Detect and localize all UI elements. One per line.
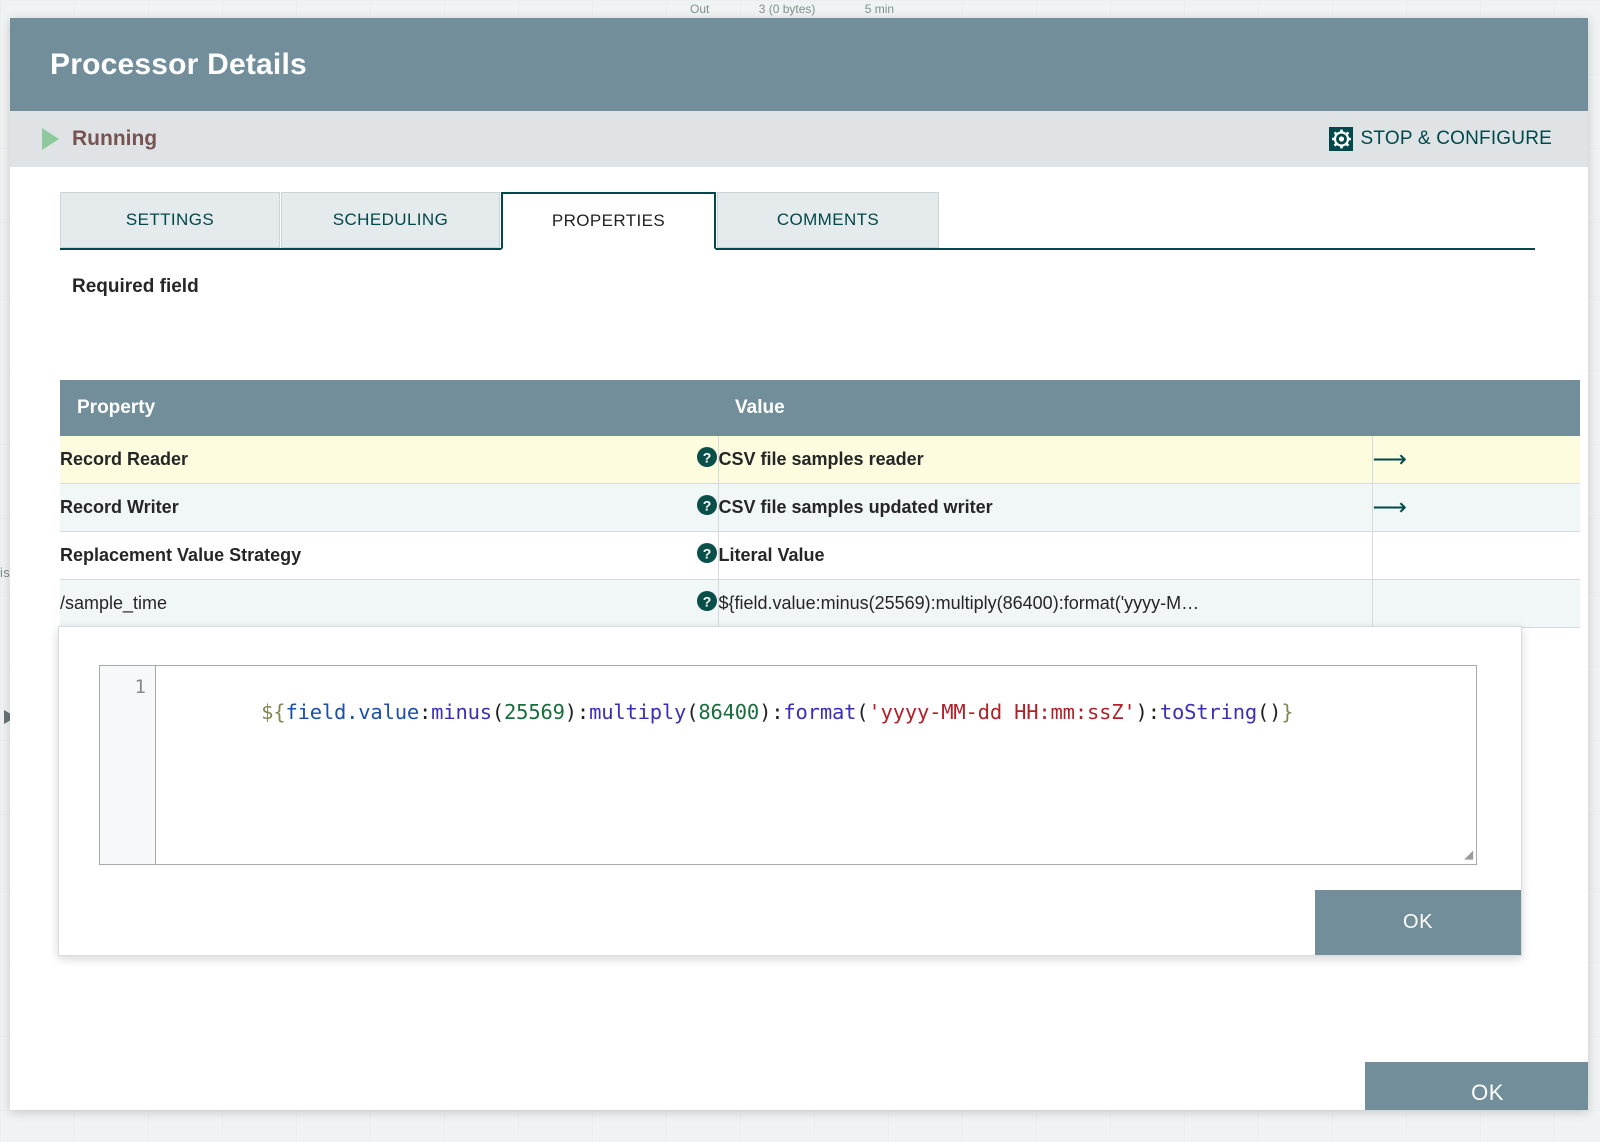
code-token: toString bbox=[1160, 700, 1257, 724]
code-token: : bbox=[1148, 700, 1160, 724]
editor-line-number: 1 bbox=[100, 666, 156, 864]
help-circle-icon[interactable]: ? bbox=[696, 494, 718, 521]
expression-code-editor[interactable]: 1 ${field.value:minus(25569):multiply(86… bbox=[99, 665, 1477, 865]
code-token: ( bbox=[492, 700, 504, 724]
code-token: format bbox=[783, 700, 856, 724]
value-cell[interactable]: CSV file samples updated writer bbox=[718, 484, 1372, 532]
svg-text:?: ? bbox=[702, 545, 711, 561]
value-cell[interactable]: ${field.value:minus(25569):multiply(8640… bbox=[718, 580, 1372, 628]
code-token: 'yyyy-MM-dd HH:mm:ssZ' bbox=[868, 700, 1135, 724]
code-token: ${ bbox=[261, 700, 285, 724]
resize-grip-icon[interactable]: ◢ bbox=[1457, 846, 1473, 862]
arrow-right-icon[interactable]: ⟶ bbox=[1373, 446, 1407, 473]
code-token: 25569 bbox=[504, 700, 565, 724]
page-title: Processor Details bbox=[50, 48, 307, 82]
table-row[interactable]: Record Writer ? CSV file samples updated… bbox=[60, 484, 1580, 532]
table-row[interactable]: Record Reader ? CSV file samples reader … bbox=[60, 436, 1580, 484]
property-cell: /sample_time ? bbox=[60, 580, 718, 628]
column-header-property: Property bbox=[60, 380, 718, 436]
value-text: Literal Value bbox=[719, 545, 1372, 566]
property-cell: Replacement Value Strategy ? bbox=[60, 532, 718, 580]
code-token: : bbox=[577, 700, 589, 724]
value-text: CSV file samples reader bbox=[719, 449, 1372, 470]
tab-properties[interactable]: PROPERTIES bbox=[501, 192, 716, 250]
code-token: : bbox=[771, 700, 783, 724]
property-name: Replacement Value Strategy bbox=[60, 545, 301, 566]
property-table: Property Value Record Reader ? bbox=[60, 380, 1580, 628]
value-cell[interactable]: CSV file samples reader bbox=[718, 436, 1372, 484]
code-token: minus bbox=[431, 700, 492, 724]
expression-editor-popup: 1 ${field.value:minus(25569):multiply(86… bbox=[58, 626, 1522, 956]
tab-scheduling-label: SCHEDULING bbox=[333, 210, 448, 230]
go-to-service-cell[interactable]: ⟶ bbox=[1372, 436, 1580, 484]
play-triangle-icon bbox=[42, 128, 59, 150]
svg-text:?: ? bbox=[702, 497, 711, 513]
property-name: Record Writer bbox=[60, 497, 179, 518]
code-token: ( bbox=[856, 700, 868, 724]
backdrop-label-out: Out bbox=[690, 2, 709, 16]
help-circle-icon[interactable]: ? bbox=[696, 446, 718, 473]
tab-scheduling[interactable]: SCHEDULING bbox=[281, 192, 500, 248]
status-badge: Running bbox=[72, 127, 157, 151]
backdrop-top-labels: Out 3 (0 bytes) 5 min bbox=[690, 2, 940, 16]
dialog-ok-button[interactable]: OK bbox=[1365, 1062, 1588, 1110]
code-token: ) bbox=[1136, 700, 1148, 724]
code-token: : bbox=[419, 700, 431, 724]
stop-and-configure-button[interactable]: STOP & CONFIGURE bbox=[1329, 126, 1552, 152]
svg-text:?: ? bbox=[702, 449, 711, 465]
code-token: 86400 bbox=[698, 700, 759, 724]
code-token: () bbox=[1257, 700, 1281, 724]
status-bar: Running bbox=[10, 111, 1588, 167]
code-token: field.value bbox=[285, 700, 419, 724]
expression-code-line: ${field.value:minus(25569):multiply(8640… bbox=[261, 700, 1293, 724]
tab-settings[interactable]: SETTINGS bbox=[60, 192, 280, 248]
stop-and-configure-label: STOP & CONFIGURE bbox=[1361, 128, 1552, 150]
go-to-service-cell bbox=[1372, 532, 1580, 580]
tab-settings-label: SETTINGS bbox=[126, 210, 214, 230]
tab-underline bbox=[60, 248, 1535, 250]
property-name: /sample_time bbox=[60, 593, 167, 614]
status-group: Running bbox=[38, 127, 157, 151]
expression-input[interactable]: ${field.value:minus(25569):multiply(8640… bbox=[156, 666, 1476, 864]
go-to-service-cell[interactable]: ⟶ bbox=[1372, 484, 1580, 532]
go-to-service-cell bbox=[1372, 580, 1580, 628]
tab-comments[interactable]: COMMENTS bbox=[717, 192, 939, 248]
backdrop-label-bytes: 3 (0 bytes) bbox=[759, 2, 816, 16]
backdrop-label-duration: 5 min bbox=[865, 2, 894, 16]
code-token: } bbox=[1281, 700, 1293, 724]
table-header-row: Property Value bbox=[60, 380, 1580, 436]
code-token: ) bbox=[759, 700, 771, 724]
code-token: ( bbox=[686, 700, 698, 724]
required-field-label: Required field bbox=[72, 276, 1588, 298]
property-name: Record Reader bbox=[60, 449, 188, 470]
table-row[interactable]: /sample_time ? ${field.value:minus(25569… bbox=[60, 580, 1580, 628]
help-circle-icon[interactable]: ? bbox=[696, 542, 718, 569]
column-header-value: Value bbox=[718, 380, 1580, 436]
code-token: ) bbox=[565, 700, 577, 724]
processor-details-dialog: Processor Details Running bbox=[10, 18, 1588, 1110]
property-cell: Record Reader ? bbox=[60, 436, 718, 484]
svg-text:?: ? bbox=[702, 593, 711, 609]
editor-ok-button[interactable]: OK bbox=[1315, 890, 1521, 955]
dialog-header: Processor Details bbox=[10, 18, 1588, 111]
value-cell[interactable]: Literal Value bbox=[718, 532, 1372, 580]
code-token: multiply bbox=[589, 700, 686, 724]
help-circle-icon[interactable]: ? bbox=[696, 590, 718, 617]
backdrop-left-label: is bbox=[0, 565, 10, 580]
value-text: CSV file samples updated writer bbox=[719, 497, 1372, 518]
gear-icon bbox=[1329, 126, 1355, 152]
arrow-right-icon[interactable]: ⟶ bbox=[1373, 494, 1407, 521]
tab-strip: SETTINGS SCHEDULING PROPERTIES COMMENTS bbox=[60, 192, 1535, 250]
tab-properties-label: PROPERTIES bbox=[552, 211, 665, 231]
table-row[interactable]: Replacement Value Strategy ? Literal Val… bbox=[60, 532, 1580, 580]
property-cell: Record Writer ? bbox=[60, 484, 718, 532]
tab-comments-label: COMMENTS bbox=[777, 210, 879, 230]
value-text: ${field.value:minus(25569):multiply(8640… bbox=[719, 593, 1372, 614]
